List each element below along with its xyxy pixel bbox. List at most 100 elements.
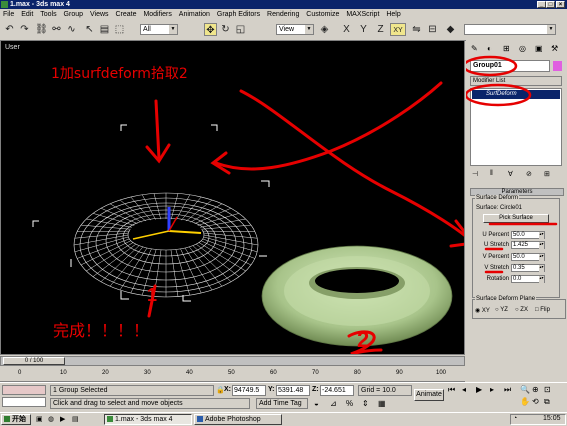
viewport[interactable]: User: [0, 40, 465, 355]
chevron-down-icon: ▼: [305, 25, 313, 34]
mirror-icon[interactable]: ⇋: [410, 23, 423, 36]
selection-filter-dropdown[interactable]: All ▼: [140, 24, 178, 35]
axis-x-button[interactable]: X: [340, 23, 353, 36]
spinner-snap-icon[interactable]: ⇕: [362, 399, 369, 408]
menu-rendering[interactable]: Rendering: [267, 11, 299, 18]
percent-snap-icon[interactable]: %: [346, 399, 353, 408]
menu-modifiers[interactable]: Modifiers: [143, 11, 171, 18]
quick-launch-desktop-icon[interactable]: ▣: [36, 415, 43, 423]
playback-controls: ⏮ ◂ ▶ ▸ ⏭: [448, 385, 518, 411]
track-tick-label: 40: [186, 370, 193, 376]
zoom-icon[interactable]: 🔍: [520, 385, 530, 394]
play-icon[interactable]: ▶: [476, 385, 482, 394]
menu-help[interactable]: Help: [386, 11, 400, 18]
arc-rotate-icon[interactable]: ⟲: [532, 397, 539, 406]
menu-customize[interactable]: Customize: [306, 11, 339, 18]
undo-icon[interactable]: ↶: [3, 23, 16, 36]
named-selection-sets-dropdown[interactable]: ▼: [464, 24, 556, 35]
pivot-center-icon[interactable]: ◈: [318, 23, 331, 36]
z-coord-field[interactable]: -24.651: [320, 385, 354, 396]
selection-status: 1 Group Selected: [50, 385, 214, 396]
track-tick-label: 10: [60, 370, 67, 376]
align-icon[interactable]: ⊟: [426, 23, 439, 36]
select-link-icon[interactable]: ⛓: [35, 23, 48, 36]
select-and-move-icon[interactable]: ✥: [204, 23, 217, 36]
time-bar: 0 / 100 0 10 20 30 40 50 60 70 80 90 100: [0, 355, 567, 382]
window-title: 1.max - 3ds max 4: [10, 0, 70, 9]
select-and-rotate-icon[interactable]: ↻: [219, 23, 232, 36]
snap-toggle-icon[interactable]: ◒: [314, 399, 319, 408]
zoom-all-icon[interactable]: ⊕: [532, 385, 539, 394]
pan-icon[interactable]: ✋: [520, 397, 530, 406]
menu-file[interactable]: File: [3, 11, 14, 18]
taskbar: 开始 ▣ ◍ ▶ ▤ 1.max - 3ds max 4 Adobe Photo…: [0, 412, 567, 426]
viewport-canvas: [1, 41, 464, 354]
track-tick-label: 90: [396, 370, 403, 376]
axis-z-button[interactable]: Z: [374, 23, 387, 36]
x-coord-field[interactable]: 94749.5: [232, 385, 266, 396]
menu-group[interactable]: Group: [64, 11, 83, 18]
photoshop-icon: [197, 416, 203, 422]
close-button[interactable]: ×: [556, 1, 565, 8]
menu-edit[interactable]: Edit: [21, 11, 33, 18]
menu-create[interactable]: Create: [115, 11, 136, 18]
menu-animation[interactable]: Animation: [179, 11, 210, 18]
maxscript-input-pane[interactable]: [2, 397, 46, 407]
menu-tools[interactable]: Tools: [40, 11, 56, 18]
quick-launch-media-icon[interactable]: ▶: [60, 415, 65, 423]
unlink-icon[interactable]: ⚯: [50, 23, 63, 36]
track-bar[interactable]: 0 10 20 30 40 50 60 70 80 90 100: [0, 367, 465, 382]
annotation-label-2: 2: [357, 327, 369, 353]
menu-maxscript[interactable]: MAXScript: [346, 11, 379, 18]
selection-region-icon[interactable]: ⬚: [113, 23, 126, 36]
start-label: 开始: [12, 416, 26, 423]
angle-snap-icon[interactable]: ⊿: [330, 399, 337, 408]
axis-xy-button[interactable]: XY: [390, 23, 406, 36]
reference-coordinate-dropdown[interactable]: View ▼: [276, 24, 314, 35]
track-tick-label: 70: [312, 370, 319, 376]
tray-icon[interactable]: ◔: [513, 415, 517, 422]
zoom-extents-icon[interactable]: ⊡: [544, 385, 551, 394]
taskbar-item-label: 1.max - 3ds max 4: [115, 416, 173, 423]
app-icon: [1, 1, 8, 8]
animate-button[interactable]: Animate: [414, 389, 444, 401]
start-button[interactable]: 开始: [1, 414, 31, 425]
redo-icon[interactable]: ↷: [18, 23, 31, 36]
time-slider[interactable]: 0 / 100: [3, 357, 65, 365]
select-and-scale-icon[interactable]: ◱: [234, 23, 247, 36]
taskbar-item-photoshop[interactable]: Adobe Photoshop: [194, 414, 282, 425]
track-tick-label: 20: [102, 370, 109, 376]
window-crossing-icon[interactable]: ▦: [378, 399, 386, 408]
previous-frame-icon[interactable]: ◂: [462, 385, 466, 394]
select-object-icon[interactable]: ↖: [83, 23, 96, 36]
axis-y-button[interactable]: Y: [357, 23, 370, 36]
maximize-button[interactable]: □: [546, 1, 555, 8]
quick-launch-browser-icon[interactable]: ◍: [48, 415, 54, 423]
y-coord-label: Y:: [268, 386, 274, 393]
quick-launch-folder-icon[interactable]: ▤: [72, 415, 79, 423]
add-time-tag-button[interactable]: Add Time Tag: [256, 398, 308, 409]
menu-graph-editors[interactable]: Graph Editors: [217, 11, 260, 18]
viewport-navigation: 🔍 ⊕ ⊡ ✋ ⟲ ⧉: [520, 385, 565, 411]
minimize-button[interactable]: _: [537, 1, 546, 8]
selection-filter-value: All: [143, 26, 151, 33]
panel-annotations: [466, 40, 567, 355]
time-slider-track[interactable]: 0 / 100: [0, 356, 465, 366]
y-coord-field[interactable]: 5391.48: [276, 385, 310, 396]
chevron-down-icon: ▼: [169, 25, 177, 34]
title-bar: 1.max - 3ds max 4 _ □ ×: [0, 0, 567, 9]
menu-views[interactable]: Views: [90, 11, 109, 18]
named-selection-icon[interactable]: ◆: [444, 23, 457, 36]
chevron-down-icon: ▼: [547, 25, 555, 34]
3dsmax-icon: [107, 416, 113, 422]
go-to-end-icon[interactable]: ⏭: [504, 385, 511, 395]
go-to-start-icon[interactable]: ⏮: [448, 385, 455, 395]
maxscript-listener-pane[interactable]: [2, 385, 46, 395]
track-tick-label: 30: [144, 370, 151, 376]
next-frame-icon[interactable]: ▸: [490, 385, 494, 394]
time-slider-label: 0 / 100: [25, 358, 43, 364]
taskbar-item-3dsmax[interactable]: 1.max - 3ds max 4: [104, 414, 192, 425]
bind-space-warp-icon[interactable]: ∿: [65, 23, 78, 36]
min-max-toggle-icon[interactable]: ⧉: [544, 397, 550, 407]
select-by-name-icon[interactable]: ▤: [98, 23, 111, 36]
